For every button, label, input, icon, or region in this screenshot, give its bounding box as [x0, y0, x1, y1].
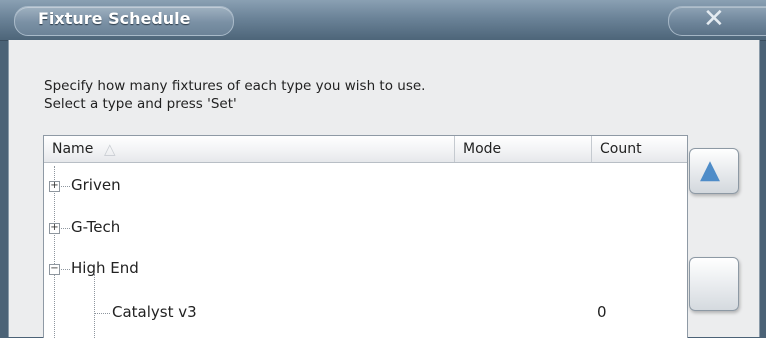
column-header-count[interactable]: Count — [592, 136, 687, 162]
column-count-label: Count — [600, 141, 642, 157]
column-header-name[interactable]: Name △ — [44, 136, 455, 162]
list-item-label: G-Tech — [71, 218, 121, 236]
column-mode-label: Mode — [463, 141, 502, 157]
tree-branch — [61, 186, 70, 187]
tree-branch — [61, 269, 70, 270]
instruction-line-2: Select a type and press 'Set' — [44, 96, 237, 112]
list-item-label: Griven — [71, 176, 121, 194]
close-icon[interactable]: ✕ — [703, 2, 725, 36]
tree-branch — [61, 228, 70, 229]
list-item-label: Catalyst v3 — [112, 303, 197, 321]
list-item[interactable]: Catalyst v3 0 — [44, 293, 687, 331]
scroll-thumb[interactable] — [689, 257, 739, 311]
list-item[interactable]: + G-Tech — [44, 208, 687, 246]
expand-icon[interactable]: + — [49, 181, 60, 192]
list-item-label: High End — [71, 259, 139, 277]
column-header-mode[interactable]: Mode — [455, 136, 592, 162]
column-name-label: Name — [52, 141, 94, 157]
list-item-count: 0 — [597, 303, 607, 321]
window-title: Fixture Schedule — [38, 9, 191, 28]
sort-ascending-icon: △ — [104, 140, 116, 158]
collapse-icon[interactable]: − — [49, 264, 60, 275]
fixture-list[interactable]: Name △ Mode Count + Griven + G-Tech − Hi… — [43, 135, 688, 338]
list-header: Name △ Mode Count — [44, 136, 687, 163]
list-item[interactable]: + Griven — [44, 166, 687, 204]
expand-icon[interactable]: + — [49, 223, 60, 234]
instruction-line-1: Specify how many fixtures of each type y… — [44, 78, 426, 94]
list-item[interactable]: − High End — [44, 249, 687, 287]
tree-branch — [94, 313, 110, 314]
scroll-up-icon[interactable]: ▲ — [700, 156, 720, 184]
